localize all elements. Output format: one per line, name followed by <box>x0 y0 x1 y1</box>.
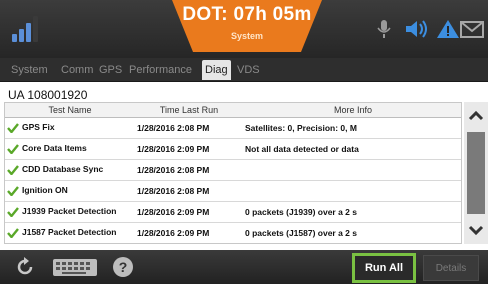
warning-icon[interactable] <box>436 18 460 40</box>
more-info: 0 packets (J1587) over a 2 s <box>243 222 461 243</box>
column-header-test-name[interactable]: Test Name <box>5 103 135 118</box>
table-scrollbar[interactable] <box>464 102 488 244</box>
tab-vds[interactable]: VDS <box>234 60 263 80</box>
table-row[interactable]: Core Data Items 1/28/2016 2:09 PM Not al… <box>5 138 461 160</box>
scroll-up-icon[interactable] <box>464 104 488 128</box>
check-icon <box>7 165 19 175</box>
keyboard-icon[interactable] <box>52 256 98 278</box>
column-header-time-last-run[interactable]: Time Last Run <box>135 103 243 118</box>
signal-strength-icon <box>12 16 40 42</box>
table-header-row: Test Name Time Last Run More Info <box>5 103 461 118</box>
tab-gps[interactable]: GPS <box>96 60 125 80</box>
table-row[interactable]: J1939 Packet Detection 1/28/2016 2:09 PM… <box>5 201 461 223</box>
test-name: Ignition ON <box>22 185 68 196</box>
status-bar: DOT: 07h 05m System <box>0 0 488 58</box>
details-button[interactable]: Details <box>423 255 479 281</box>
test-name: J1587 Packet Detection <box>22 227 117 238</box>
column-header-more-info[interactable]: More Info <box>243 103 461 118</box>
check-icon <box>7 207 19 217</box>
check-icon <box>7 228 19 238</box>
scroll-down-icon[interactable] <box>464 218 488 242</box>
more-info: Satellites: 0, Precision: 0, M <box>243 117 461 139</box>
dot-time: DOT: 07h 05m <box>182 4 312 25</box>
check-icon <box>7 144 19 154</box>
mail-icon[interactable] <box>460 18 484 40</box>
more-info: Not all data detected or data <box>243 138 461 160</box>
check-icon <box>7 123 19 133</box>
microphone-icon[interactable] <box>376 18 392 40</box>
scrollbar-thumb[interactable] <box>467 132 485 214</box>
tab-bar: System Comm GPS Performance Diag VDS <box>0 58 488 82</box>
dot-clock-banner: DOT: 07h 05m System <box>172 0 322 52</box>
check-icon <box>7 186 19 196</box>
time-last-run: 1/28/2016 2:09 PM <box>135 138 243 160</box>
test-name: GPS Fix <box>22 122 55 133</box>
tab-diag[interactable]: Diag <box>202 60 231 80</box>
tab-performance[interactable]: Performance <box>126 60 195 80</box>
more-info <box>243 180 461 202</box>
table-row[interactable]: CDD Database Sync 1/28/2016 2:08 PM <box>5 159 461 181</box>
time-last-run: 1/28/2016 2:09 PM <box>135 201 243 223</box>
tab-system[interactable]: System <box>8 60 51 80</box>
table-row[interactable]: GPS Fix 1/28/2016 2:08 PM Satellites: 0,… <box>5 117 461 139</box>
time-last-run: 1/28/2016 2:08 PM <box>135 180 243 202</box>
time-last-run: 1/28/2016 2:08 PM <box>135 159 243 181</box>
tab-comm[interactable]: Comm <box>58 60 96 80</box>
diagnostics-table: Test Name Time Last Run More Info GPS Fi… <box>4 102 462 244</box>
more-info <box>243 159 461 181</box>
test-name: CDD Database Sync <box>22 164 104 175</box>
more-info: 0 packets (J1939) over a 2 s <box>243 201 461 223</box>
test-name: J1939 Packet Detection <box>22 206 117 217</box>
time-last-run: 1/28/2016 2:09 PM <box>135 222 243 243</box>
unit-id-label: UA 108001920 <box>8 88 88 102</box>
speaker-icon[interactable] <box>404 18 430 40</box>
test-name: Core Data Items <box>22 143 87 154</box>
run-all-button[interactable]: Run All <box>352 253 416 283</box>
help-icon[interactable]: ? <box>112 256 134 278</box>
time-last-run: 1/28/2016 2:08 PM <box>135 117 243 139</box>
table-row[interactable]: J1587 Packet Detection 1/28/2016 2:09 PM… <box>5 222 461 243</box>
refresh-icon[interactable] <box>14 256 36 278</box>
table-row[interactable]: Ignition ON 1/28/2016 2:08 PM <box>5 180 461 202</box>
svg-text:?: ? <box>119 259 128 275</box>
dot-status: System <box>230 31 264 41</box>
